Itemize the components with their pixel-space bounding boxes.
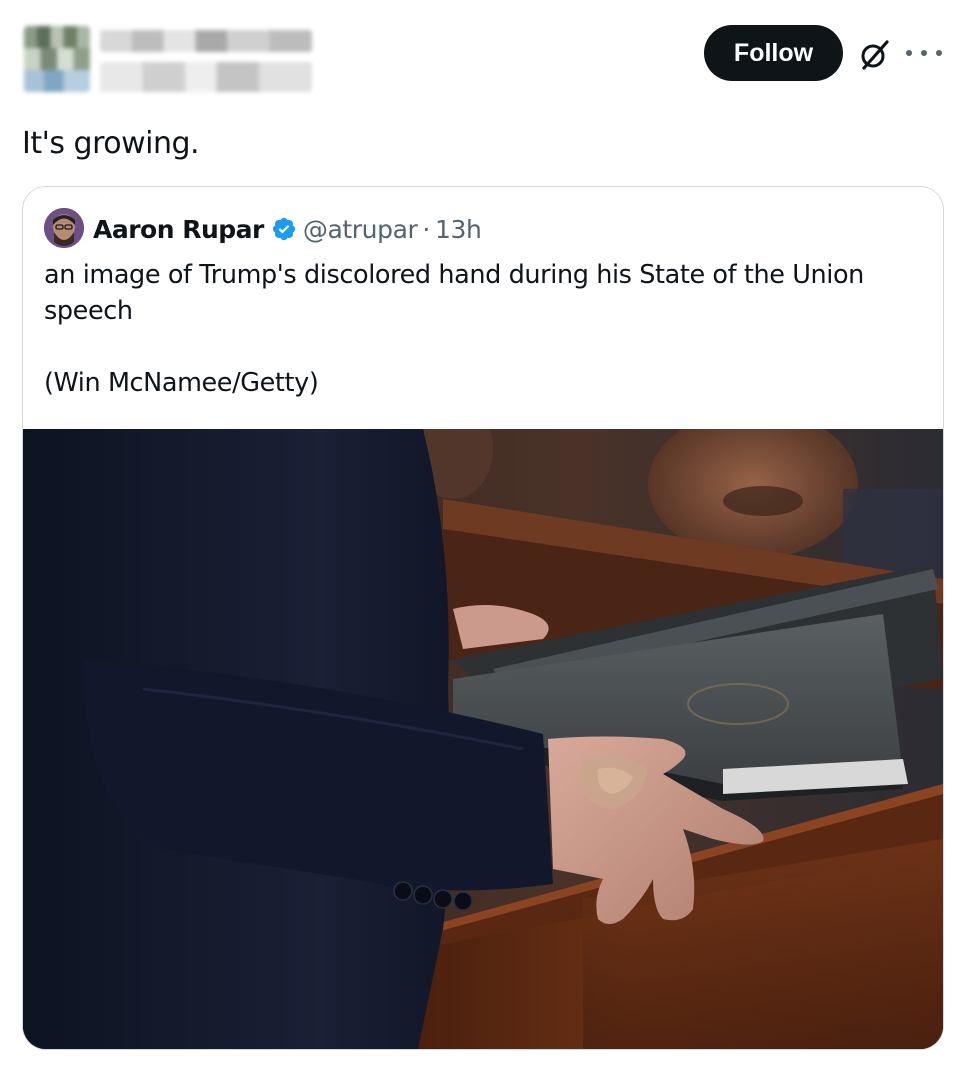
more-options-icon[interactable] <box>906 38 942 68</box>
quoted-tweet-text: an image of Trump's discolored hand duri… <box>44 257 924 401</box>
photo-credit: (Win McNamee/Getty) <box>44 368 319 398</box>
quoted-timestamp[interactable]: 13h <box>435 215 482 244</box>
author-avatar[interactable] <box>24 26 90 92</box>
author-name-redacted[interactable] <box>100 30 312 52</box>
tweet-photo[interactable] <box>23 429 943 1049</box>
quoted-tweet-card[interactable]: Aaron Rupar @atrupar · 13h an image of T… <box>22 186 944 1050</box>
verified-badge-icon <box>271 216 297 242</box>
quoted-author-avatar[interactable] <box>44 208 84 248</box>
author-handle-redacted <box>100 62 312 92</box>
quoted-author-handle[interactable]: @atrupar <box>303 215 418 244</box>
follow-button[interactable]: Follow <box>704 25 843 81</box>
quoted-tweet-header: Aaron Rupar @atrupar · 13h <box>93 209 482 249</box>
separator-dot: · <box>422 214 430 244</box>
quoted-text-line: an image of Trump's discolored hand duri… <box>44 260 864 326</box>
grok-icon[interactable] <box>858 38 892 72</box>
quoted-author-name[interactable]: Aaron Rupar <box>93 215 264 244</box>
post-text: It's growing. <box>22 126 200 161</box>
